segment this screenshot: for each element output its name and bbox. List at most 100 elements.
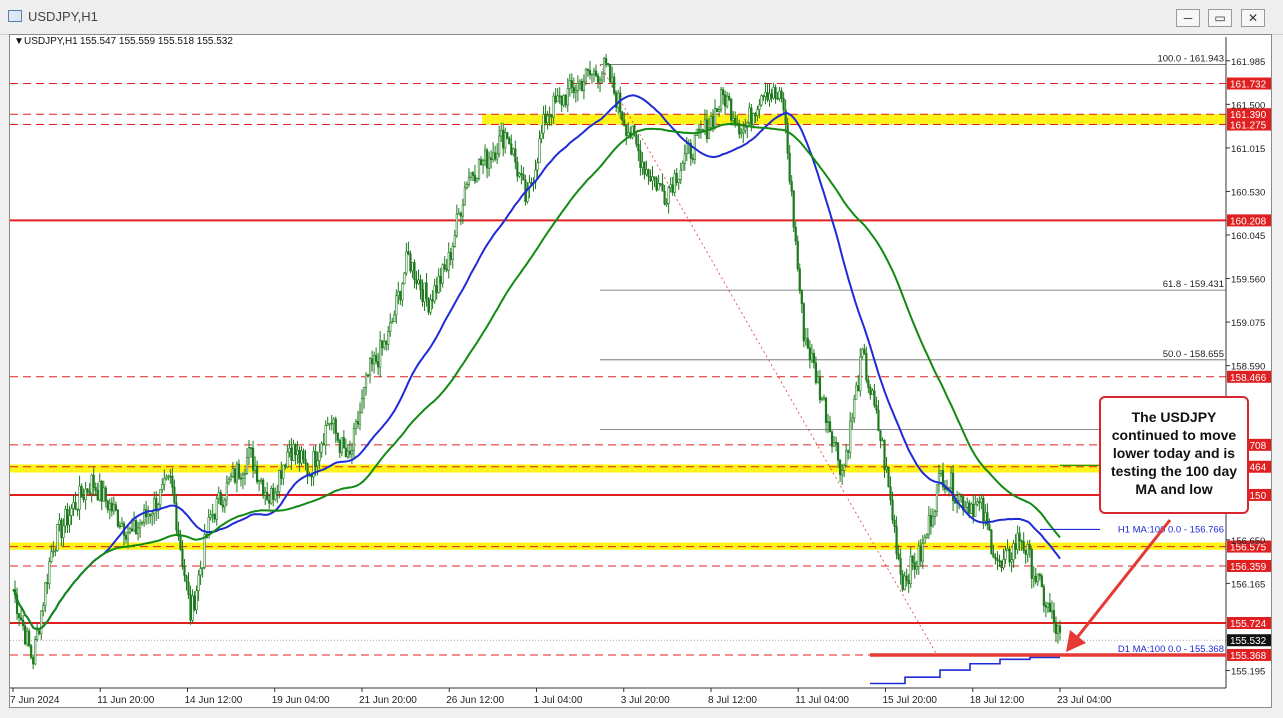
candle-body: [839, 459, 842, 476]
candle-body: [968, 502, 971, 514]
price-level-label: 158.466: [1230, 373, 1267, 384]
candle-body: [1002, 559, 1005, 569]
candle-body: [300, 450, 303, 464]
price-axis-label: 159.560: [1231, 275, 1265, 286]
candle-body: [46, 582, 49, 585]
candle-body: [590, 73, 594, 76]
candle-body: [373, 355, 376, 365]
candle-body: [197, 574, 200, 592]
candle-body: [401, 283, 404, 301]
candle-body: [536, 162, 539, 171]
candle-body: [233, 468, 237, 483]
price-level-label: 160.208: [1230, 216, 1267, 227]
candle-body: [251, 447, 255, 471]
candle-body: [843, 465, 846, 471]
candle-body: [649, 176, 652, 182]
candle-body: [607, 62, 610, 65]
candle-body: [1058, 625, 1062, 633]
candle-body: [397, 291, 400, 296]
candle-body: [847, 450, 850, 453]
candle-body: [659, 182, 662, 185]
candle-body: [1024, 550, 1027, 555]
candle-body: [1036, 574, 1039, 583]
candle-body: [266, 492, 269, 501]
candle-body: [407, 251, 410, 254]
candle-body: [917, 545, 920, 567]
candle-body: [258, 480, 261, 483]
candle-body: [130, 528, 134, 532]
candle-body: [613, 76, 616, 94]
candle-body: [471, 172, 475, 176]
candle-body: [445, 268, 448, 271]
candle-body: [754, 113, 757, 117]
candle-body: [403, 272, 406, 285]
candle-body: [1028, 544, 1031, 550]
candle-body: [310, 475, 313, 478]
candle-body: [818, 376, 822, 401]
candle-body: [294, 444, 297, 456]
candle-body: [24, 625, 27, 645]
candle-body: [810, 353, 813, 361]
candle-body: [883, 439, 886, 470]
candle-body: [500, 129, 503, 137]
candle-body: [1026, 544, 1029, 555]
candle-body: [621, 111, 624, 121]
candle-body: [933, 511, 937, 518]
candle-body: [185, 575, 188, 583]
candle-body: [149, 513, 152, 517]
chart-menu-arrow-icon[interactable]: ▼: [14, 36, 24, 47]
candle-body: [134, 520, 138, 534]
candle-body: [617, 92, 620, 108]
candle-body: [459, 212, 462, 217]
candle-body: [927, 515, 930, 536]
candle-body: [677, 179, 680, 184]
candle-body: [463, 187, 466, 206]
candle-body: [802, 303, 805, 342]
candle-body: [857, 385, 860, 392]
candle-body: [796, 240, 799, 269]
candle-body: [364, 374, 368, 388]
chart-ohlc: 155.547 155.559 155.518 155.532: [80, 36, 233, 47]
price-axis-label: 161.500: [1231, 100, 1265, 111]
candle-body: [201, 567, 204, 569]
candle-body: [814, 362, 818, 383]
candle-body: [128, 528, 132, 534]
candle-body: [562, 95, 565, 106]
candle-body: [1056, 625, 1060, 634]
candle-body: [685, 143, 688, 155]
candle-body: [223, 499, 226, 508]
candle-body: [639, 150, 642, 168]
candle-body: [98, 480, 101, 501]
candle-body: [243, 473, 247, 476]
candle-body: [84, 488, 87, 500]
candle-body: [322, 443, 325, 446]
candle-body: [873, 390, 876, 406]
candle-body: [750, 107, 753, 126]
candle-body: [600, 72, 604, 81]
candle-body: [126, 532, 130, 540]
candle-body: [990, 529, 993, 555]
candle-body: [1004, 550, 1007, 560]
candle-body: [147, 513, 150, 517]
candle-body: [970, 503, 973, 514]
candle-body: [395, 295, 398, 316]
candle-body: [1054, 621, 1058, 634]
candle-body: [885, 467, 888, 470]
candle-body: [70, 508, 73, 516]
time-axis-label: 15 Jul 20:00: [883, 695, 938, 706]
candle-body: [905, 575, 908, 581]
candle-body: [836, 442, 840, 461]
candle-body: [124, 535, 128, 540]
candle-body: [516, 161, 519, 177]
candle-body: [832, 442, 836, 447]
candle-body: [40, 610, 43, 634]
candle-body: [647, 169, 650, 177]
candle-body: [1008, 548, 1011, 563]
candle-body: [903, 575, 906, 590]
candle-body: [1010, 559, 1013, 563]
candle-body: [167, 475, 170, 478]
time-axis-label: 21 Jun 20:00: [359, 695, 417, 706]
candle-body: [116, 509, 120, 527]
candle-body: [1048, 602, 1052, 613]
candle-body: [183, 566, 186, 577]
